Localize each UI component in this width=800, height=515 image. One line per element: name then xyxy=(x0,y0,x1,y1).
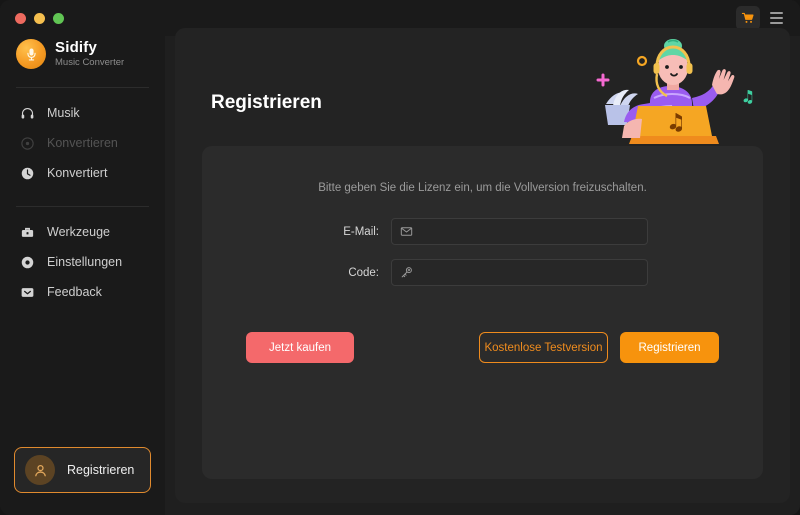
shopping-cart-button[interactable] xyxy=(736,6,760,30)
license-hint-text: Bitte geben Sie die Lizenz ein, um die V… xyxy=(318,182,647,194)
window-traffic-lights xyxy=(0,0,165,24)
email-input[interactable] xyxy=(420,219,647,244)
content-panel: Registrieren Bitte geben Sie die Lizenz … xyxy=(175,28,790,503)
code-input-wrapper[interactable] xyxy=(391,259,648,286)
sidebar-item-label: Konvertiert xyxy=(47,166,108,181)
brand-name: Sidify xyxy=(55,39,98,56)
register-submit-button[interactable]: Registrieren xyxy=(620,332,719,363)
gear-icon xyxy=(19,254,35,270)
license-form: E-Mail: Code: xyxy=(202,218,763,286)
sidebar-item-werkzeuge[interactable]: Werkzeuge xyxy=(0,217,165,247)
brand-subtitle: Music Converter xyxy=(55,57,125,69)
envelope-icon xyxy=(400,227,413,236)
app-logo xyxy=(16,39,46,70)
sidebar-register-button[interactable]: Registrieren xyxy=(14,447,151,493)
sidebar-nav-secondary: Werkzeuge Einstellungen Feedback xyxy=(0,207,165,307)
shopping-cart-icon xyxy=(741,12,754,23)
sidebar-item-musik[interactable]: Musik xyxy=(0,98,165,128)
main-area: Registrieren Bitte geben Sie die Lizenz … xyxy=(165,0,800,515)
sidebar-item-label: Feedback xyxy=(47,285,102,300)
sidebar-item-konvertiert[interactable]: Konvertiert xyxy=(0,158,165,188)
mail-chevron-icon xyxy=(19,284,35,300)
code-input[interactable] xyxy=(420,260,647,285)
user-avatar-icon xyxy=(25,455,55,485)
card-actions: Jetzt kaufen Kostenlose Testversion Regi… xyxy=(202,332,763,363)
sidebar-item-label: Einstellungen xyxy=(47,255,123,270)
sidebar: Sidify Music Converter Musik Konvertiere… xyxy=(0,0,165,515)
clock-icon xyxy=(19,165,35,181)
key-icon xyxy=(401,267,412,278)
form-row-email: E-Mail: xyxy=(202,218,763,245)
page-title: Registrieren xyxy=(211,92,322,113)
sidebar-item-label: Konvertieren xyxy=(47,136,118,151)
email-input-wrapper[interactable] xyxy=(391,218,648,245)
sidebar-item-label: Musik xyxy=(47,106,80,121)
hamburger-menu-button[interactable] xyxy=(764,6,788,30)
code-label: Code: xyxy=(348,266,379,279)
hamburger-menu-icon xyxy=(769,22,783,24)
toolbox-icon xyxy=(19,224,35,240)
sidebar-item-feedback[interactable]: Feedback xyxy=(0,277,165,307)
sidebar-item-einstellungen[interactable]: Einstellungen xyxy=(0,247,165,277)
headphones-icon xyxy=(19,105,35,121)
app-window: Sidify Music Converter Musik Konvertiere… xyxy=(0,0,800,515)
email-label: E-Mail: xyxy=(343,225,379,238)
window-minimize-button[interactable] xyxy=(34,13,45,24)
hero-section: Registrieren xyxy=(175,28,790,148)
sidebar-register-label: Registrieren xyxy=(67,463,135,477)
free-trial-button[interactable]: Kostenlose Testversion xyxy=(479,332,608,363)
buy-now-button[interactable]: Jetzt kaufen xyxy=(246,332,354,363)
brand-logo-block: Sidify Music Converter xyxy=(0,24,165,70)
license-card: Bitte geben Sie die Lizenz ein, um die V… xyxy=(202,146,763,479)
sidebar-item-konvertieren[interactable]: Konvertieren xyxy=(0,128,165,158)
sidebar-nav-primary: Musik Konvertieren Konvertiert xyxy=(0,88,165,188)
form-row-code: Code: xyxy=(202,259,763,286)
convert-icon xyxy=(19,135,35,151)
window-close-button[interactable] xyxy=(15,13,26,24)
person-with-laptop-illustration xyxy=(596,39,753,144)
microphone-icon xyxy=(26,48,36,61)
hamburger-menu-icon xyxy=(769,17,783,19)
window-maximize-button[interactable] xyxy=(53,13,64,24)
hamburger-menu-icon xyxy=(769,12,783,14)
sidebar-item-label: Werkzeuge xyxy=(47,225,110,240)
